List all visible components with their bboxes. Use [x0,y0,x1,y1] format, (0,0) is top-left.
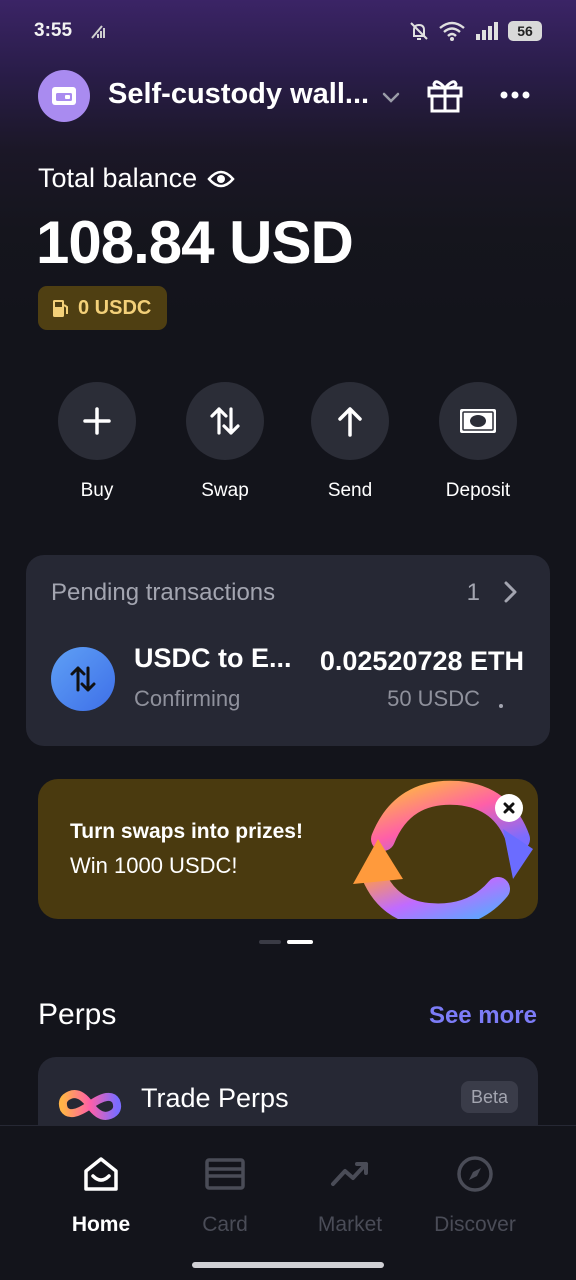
mute-notifications-icon [410,22,428,40]
status-time: 3:55 [34,20,73,41]
deposit-label: Deposit [445,480,511,501]
home-indicator[interactable] [192,1262,384,1268]
deposit-button-circle[interactable] [439,382,517,460]
see-more-link[interactable]: See more [429,1002,537,1030]
nav-home-label: Home [71,1213,131,1236]
send-label: Send [327,480,373,501]
signal-activity-icon [91,25,105,39]
wallet-selector[interactable]: Self-custody wall... [108,78,369,111]
perps-section-title: Perps [38,998,117,1031]
nav-home[interactable]: Home [41,1154,161,1237]
transaction-name: USDC to E... [134,643,292,673]
battery-indicator: 56 [508,21,542,41]
compass-icon [457,1156,493,1192]
pager-dot[interactable] [259,940,281,944]
wifi-icon [439,21,465,41]
eye-icon[interactable] [207,169,235,189]
transaction-status: Confirming [134,686,241,711]
loading-indicator [499,704,503,708]
buy-button[interactable]: Buy [42,382,152,502]
transaction-amount: 0.02520728 ETH [319,646,524,676]
swap-icon [210,407,240,435]
wallet-icon[interactable] [38,70,90,122]
send-button[interactable]: Send [295,382,405,502]
wallet-header: Self-custody wall... [0,68,576,124]
pending-count: 1 [466,579,480,606]
nav-market-label: Market [317,1213,383,1236]
pending-transactions-title: Pending transactions [51,579,276,606]
gas-balance-value: 0 USDC [78,296,152,319]
status-bar: 3:55 56 [0,0,576,64]
nav-discover-label: Discover [434,1213,516,1236]
beta-badge: Beta [460,1081,518,1113]
swap-button[interactable]: Swap [170,382,280,502]
home-icon [84,1157,118,1191]
quick-actions: Buy Swap Send Deposit [0,382,576,512]
transaction-sub-amount: 50 USDC [387,686,480,711]
send-button-circle[interactable] [311,382,389,460]
promo-title: Turn swaps into prizes! [70,820,303,843]
card-icon [205,1158,245,1190]
promo-banner[interactable]: Turn swaps into prizes! Win 1000 USDC! [38,779,538,919]
buy-button-circle[interactable] [58,382,136,460]
nav-card[interactable]: Card [165,1154,285,1237]
nav-market[interactable]: Market [290,1154,410,1237]
gas-balance-badge[interactable]: 0 USDC [38,286,168,330]
buy-label: Buy [80,480,114,501]
nav-discover[interactable]: Discover [415,1154,535,1237]
swap-label: Swap [201,480,249,501]
balance-label: Total balance [38,163,198,193]
pager-dot-active[interactable] [287,940,313,944]
home-screen: 3:55 56 Self-custody wall... Total balan… [0,0,576,1280]
plus-icon [83,407,111,435]
bottom-navigation: Home Card Market Discover [0,1125,576,1280]
cell-signal-icon [476,22,498,40]
status-icons: 56 [408,20,542,42]
pending-transactions-card[interactable]: Pending transactions 1 USDC to E... Conf… [26,555,550,746]
carousel-pager [259,940,313,944]
deposit-button[interactable]: Deposit [423,382,533,502]
chevron-right-icon[interactable] [500,580,520,604]
trade-perps-title: Trade Perps [141,1083,289,1113]
promo-subtitle: Win 1000 USDC! [70,853,238,878]
infinity-icon [58,1090,122,1120]
balance-label-row: Total balance [38,163,235,194]
nav-card-label: Card [202,1213,248,1236]
more-icon[interactable] [498,80,532,110]
swap-button-circle[interactable] [186,382,264,460]
close-icon[interactable] [495,794,523,822]
gift-icon[interactable] [426,76,464,114]
cash-icon [460,409,496,433]
swap-transaction-icon [51,647,115,711]
fuel-icon [53,300,68,317]
trend-icon [331,1162,368,1186]
total-balance: 108.84 USD [36,209,354,276]
arrow-up-icon [338,407,362,437]
chevron-down-icon[interactable] [380,86,402,108]
